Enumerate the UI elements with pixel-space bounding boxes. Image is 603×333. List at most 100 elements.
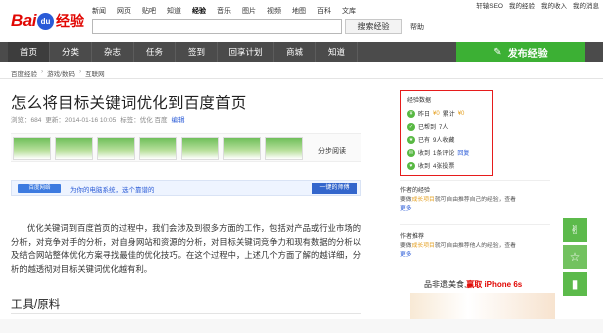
step-thumb[interactable] — [139, 137, 177, 160]
edit-link[interactable]: 编辑 — [172, 114, 185, 124]
nav-music[interactable]: 音乐 — [217, 6, 231, 16]
stats-value: 1条评论 — [433, 151, 455, 157]
banner-tag: 百度网络 — [18, 184, 61, 193]
nav-image[interactable]: 图片 — [242, 6, 256, 16]
user-links: 轩辕SEO 我的经验 我的收入 我的消息 — [476, 0, 599, 10]
step-reading-link[interactable]: 分步阅读 — [318, 146, 346, 156]
crumb-home[interactable]: 百度经验 — [11, 68, 37, 78]
product-nav: 新闻 网页 贴吧 知道 经验 音乐 图片 视频 地图 百科 文库 — [92, 6, 356, 16]
food-ad[interactable]: 品非遗美食,赢取 iPhone 6s — [410, 273, 555, 323]
nav-news[interactable]: 新闻 — [92, 6, 106, 16]
divider — [400, 224, 550, 225]
nav-tieba[interactable]: 贴吧 — [142, 6, 156, 16]
my-income-link[interactable]: 我的收入 — [541, 0, 567, 10]
divider — [0, 78, 603, 79]
stats-row-favorites: ★ 已有 9人收藏 — [407, 135, 454, 144]
ad-banner[interactable]: 百度网络 为你的电脑系统，选个靠谱的 一键的师傅 — [11, 180, 361, 196]
stats-label: 已帮到 — [418, 125, 437, 131]
step-thumb[interactable] — [223, 137, 261, 160]
step-thumbnails — [11, 133, 361, 162]
step-thumb[interactable] — [13, 137, 51, 160]
stats-title: 经验数据 — [407, 98, 432, 104]
banner-text: 为你的电脑系统，选个靠谱的 — [70, 187, 155, 194]
bookmark-icon[interactable]: ▮ — [563, 272, 587, 296]
divider — [11, 313, 361, 314]
paw-icon: du — [36, 12, 54, 30]
bottom-strip — [0, 319, 603, 333]
article-title: 怎么将目标关键词优化到百度首页 — [11, 95, 247, 112]
nav-web[interactable]: 网页 — [117, 6, 131, 16]
growth-project-link[interactable]: 成长项目 — [412, 197, 435, 203]
breadcrumb: 百度经验 › 游戏/数码 › 互联网 — [11, 68, 105, 78]
author-experience-title: 作者的经验 — [400, 188, 431, 194]
vote-icon: ♥ — [407, 161, 415, 170]
step-thumb[interactable] — [55, 137, 93, 160]
nav-video[interactable]: 视频 — [267, 6, 281, 16]
nav-map[interactable]: 地图 — [292, 6, 306, 16]
favorite-star-icon[interactable]: ☆ — [563, 245, 587, 269]
nav-checkin[interactable]: 签到 — [176, 42, 218, 62]
stats-row-comments: ✉ 收到 1条评论 回复 — [407, 148, 469, 157]
stats-label: 收到 — [418, 164, 431, 170]
step-thumb[interactable] — [181, 137, 219, 160]
tools-heading: 工具/原料 — [11, 299, 61, 311]
coin-icon: ¥ — [407, 109, 415, 118]
search-input[interactable] — [92, 19, 342, 34]
reply-link[interactable]: 回复 — [457, 148, 469, 157]
banner-button[interactable]: 一键的师傅 — [312, 183, 357, 194]
crumb-sep-icon: › — [41, 68, 44, 75]
step-thumb[interactable] — [97, 137, 135, 160]
baidu-logo[interactable]: Bai du 经验 — [11, 9, 84, 33]
comment-icon: ✉ — [407, 148, 415, 157]
nav-task[interactable]: 任务 — [134, 42, 176, 62]
step-thumb[interactable] — [265, 137, 303, 160]
side-text: 就可自由推荐他人的经验，查看 — [434, 243, 516, 249]
experience-stats-panel: 经验数据 ¥ 昨日 ¥0 累计 ¥0 ✓ 已帮到 7人 ★ 已有 9人收藏 ✉ … — [400, 90, 493, 176]
help-link[interactable]: 帮助 — [410, 22, 424, 32]
crumb-sep-icon: › — [78, 68, 82, 75]
growth-project-link[interactable]: 成长项目 — [412, 243, 435, 249]
updated: 更新：2014-01-16 10:05 — [45, 117, 117, 124]
stats-value: 9人收藏 — [433, 138, 455, 144]
publish-label: 发布经验 — [507, 48, 548, 60]
nav-category[interactable]: 分类 — [50, 42, 92, 62]
nav-know[interactable]: 知道 — [316, 42, 358, 62]
nav-zhidao[interactable]: 知道 — [167, 6, 181, 16]
more-link[interactable]: 更多 — [400, 206, 412, 212]
article-body: 优化关键词到百度首页的过程中，我们会涉及到很多方面的工作，包括对产品或行业市场的… — [11, 223, 361, 274]
username[interactable]: 轩辕SEO — [476, 0, 503, 10]
article-meta: 浏览：684 更新：2014-01-16 10:05 标签：优化 百度 编辑 — [11, 114, 185, 124]
edit-icon: ✎ — [493, 46, 502, 58]
crumb-sub[interactable]: 互联网 — [85, 68, 105, 78]
my-experience-link[interactable]: 我的经验 — [509, 0, 535, 10]
publish-button[interactable]: ✎ 发布经验 — [456, 42, 585, 62]
nav-jingyan[interactable]: 经验 — [192, 6, 206, 16]
share-icon[interactable]: ✌ — [563, 218, 587, 242]
stats-row-votes: ♥ 收到 4张投票 — [407, 161, 454, 170]
stats-row-income: ¥ 昨日 ¥0 累计 ¥0 — [407, 109, 464, 118]
nav-wenku[interactable]: 文库 — [342, 6, 356, 16]
more-link[interactable]: 更多 — [400, 252, 412, 258]
stats-label: 累计 — [442, 112, 455, 118]
stats-row-helped: ✓ 已帮到 7人 — [407, 122, 448, 131]
nav-magazine[interactable]: 杂志 — [92, 42, 134, 62]
author-experience-text: 要做成长项目就可自由推荐自己的经验，查看 更多 — [400, 196, 550, 213]
nav-mall[interactable]: 商城 — [274, 42, 316, 62]
crumb-category[interactable]: 游戏/数码 — [47, 68, 75, 78]
my-messages-link[interactable]: 我的消息 — [573, 0, 599, 10]
stats-value: ¥0 — [433, 110, 440, 117]
logo-jingyan: 经验 — [55, 13, 84, 29]
ad-text-b: 赢取 iPhone 6s — [466, 280, 523, 289]
check-icon: ★ — [407, 135, 415, 144]
side-text: 要做 — [400, 197, 412, 203]
stats-value: 4张投票 — [433, 164, 455, 170]
stats-label: 收到 — [418, 151, 431, 157]
nav-home[interactable]: 首页 — [8, 42, 50, 62]
side-text: 就可自由推荐自己的经验，查看 — [434, 197, 516, 203]
ad-text-a: 品非遗美食, — [424, 280, 467, 289]
nav-share-plan[interactable]: 回享计划 — [218, 42, 274, 62]
nav-baike[interactable]: 百科 — [317, 6, 331, 16]
divider — [400, 180, 550, 181]
search-button[interactable]: 搜索经验 — [345, 19, 402, 34]
side-text: 要做 — [400, 243, 412, 249]
